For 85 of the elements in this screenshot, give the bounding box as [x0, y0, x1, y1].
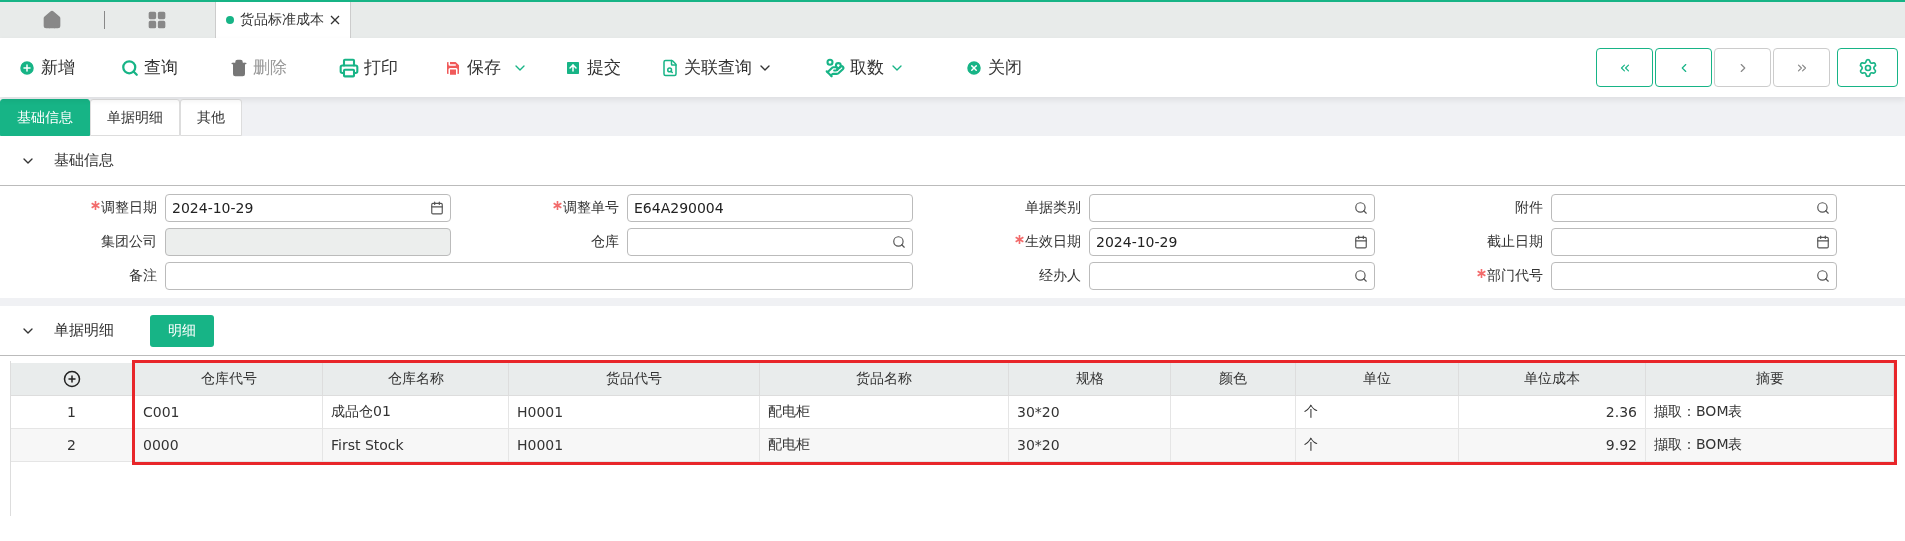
column-header: 单位	[1296, 363, 1459, 396]
input-field[interactable]	[1089, 262, 1375, 290]
column-header: 单位成本	[1459, 363, 1646, 396]
input-field[interactable]	[165, 262, 913, 290]
table-cell: 2.36	[1459, 396, 1646, 429]
calendar-icon	[430, 201, 444, 215]
search-icon	[121, 58, 139, 77]
section-tab[interactable]: 其他	[180, 99, 242, 136]
input-field[interactable]	[1089, 194, 1375, 222]
active-dot-icon	[226, 16, 234, 24]
table-cell: First Stock	[323, 429, 509, 462]
column-header: 货品代号	[509, 363, 760, 396]
search-icon	[1816, 269, 1830, 283]
column-header: 规格	[1009, 363, 1171, 396]
input-field[interactable]	[1551, 194, 1837, 222]
toolbar-button[interactable]: 关联查询	[661, 56, 825, 79]
toolbar-button[interactable]: 取数	[825, 56, 965, 79]
add-row-icon[interactable]	[62, 370, 81, 388]
toolbar-button[interactable]: 提交	[564, 56, 661, 79]
input-field[interactable]	[1551, 262, 1837, 290]
section-title: 单据明细	[54, 321, 114, 340]
search-icon	[1354, 201, 1368, 215]
toolbar-button[interactable]: 保存	[444, 56, 564, 79]
column-header: 摘要	[1646, 363, 1894, 396]
toolbar-button[interactable]: 关闭	[965, 56, 1065, 79]
table-cell: 9.92	[1459, 429, 1646, 462]
field-label: 经办人	[1039, 267, 1081, 285]
field-label: 集团公司	[101, 233, 157, 251]
table-cell: H0001	[509, 429, 760, 462]
calendar-icon	[1354, 235, 1368, 249]
table-cell: 配电柜	[760, 396, 1009, 429]
previous-button[interactable]	[1655, 48, 1712, 87]
grid-icon	[147, 10, 167, 30]
field-label: 调整日期	[101, 199, 157, 217]
column-header: 仓库名称	[323, 363, 509, 396]
input-field[interactable]: 2024-10-29	[165, 194, 451, 222]
document-search-icon	[661, 58, 679, 77]
toolbar-button[interactable]: 新增	[18, 56, 121, 79]
close-icon[interactable]	[330, 15, 340, 25]
search-icon	[892, 235, 906, 249]
printer-icon	[339, 57, 359, 78]
field-label: 附件	[1515, 199, 1543, 217]
first-button[interactable]	[1596, 48, 1653, 87]
settings-icon	[1857, 57, 1878, 78]
table-cell: H0001	[509, 396, 760, 429]
table-cell: 个	[1296, 429, 1459, 462]
toolbar-button[interactable]: 打印	[339, 56, 444, 79]
field-label: 单据类别	[1025, 199, 1081, 217]
calendar-icon	[1816, 235, 1830, 249]
field-label: 截止日期	[1487, 233, 1543, 251]
column-header: 仓库代号	[135, 363, 323, 396]
home-icon	[42, 10, 62, 30]
table-cell: 个	[1296, 396, 1459, 429]
field-label: 调整单号	[563, 199, 619, 217]
table-cell: C001	[135, 396, 323, 429]
section-tab[interactable]: 单据明细	[90, 99, 180, 136]
table-cell: 成品仓01	[323, 396, 509, 429]
trash-icon	[230, 58, 248, 77]
table-cell: 30*20	[1009, 396, 1171, 429]
column-header: 货品名称	[760, 363, 1009, 396]
field-label: 备注	[129, 267, 157, 285]
field-label: 部门代号	[1487, 267, 1543, 285]
input-field[interactable]: E64A290004	[627, 194, 913, 222]
document-tab[interactable]: 货品标准成本	[215, 2, 351, 38]
column-header: 颜色	[1171, 363, 1296, 396]
search-icon	[1354, 269, 1368, 283]
input-field[interactable]: 2024-10-29	[1089, 228, 1375, 256]
table-cell: 30*20	[1009, 429, 1171, 462]
table-cell: 配电柜	[760, 429, 1009, 462]
section-title: 基础信息	[54, 151, 114, 170]
table-cell: 0000	[135, 429, 323, 462]
table-cell: 擷取：BOM表	[1646, 429, 1894, 462]
toolbar-button[interactable]: 查询	[121, 56, 230, 79]
tab-title: 货品标准成本	[240, 11, 324, 29]
row-number: 2	[11, 429, 133, 462]
close-icon	[965, 58, 983, 77]
search-icon	[1816, 201, 1830, 215]
input-field[interactable]	[627, 228, 913, 256]
field-label: 仓库	[591, 233, 619, 251]
table-cell: 擷取：BOM表	[1646, 396, 1894, 429]
hand-coin-icon	[825, 57, 845, 78]
field-label: 生效日期	[1025, 233, 1081, 251]
plus-icon	[18, 58, 36, 77]
settings-button[interactable]	[1837, 48, 1898, 87]
input-field[interactable]	[1551, 228, 1837, 256]
